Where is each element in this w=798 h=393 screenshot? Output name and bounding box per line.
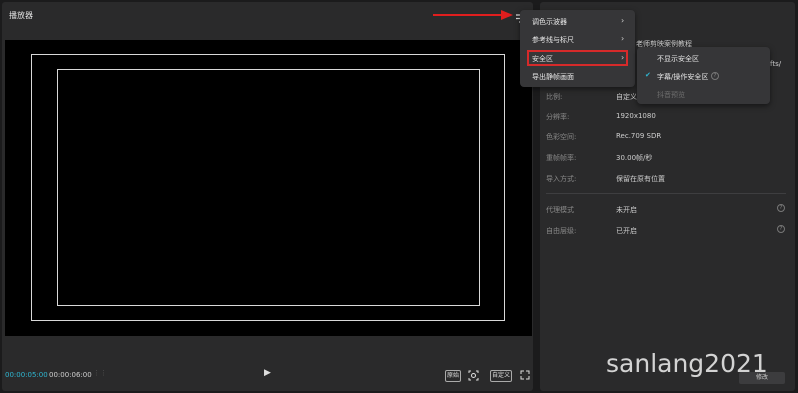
fit-button[interactable]: 原始: [445, 370, 461, 382]
chevron-right-icon: ›: [621, 34, 625, 43]
divider: [546, 193, 786, 194]
timeline-grip-icon: ⋮⋮: [93, 369, 107, 377]
detail-value: 自定义: [616, 93, 637, 101]
menu-item-safe-area[interactable]: 安全区: [532, 54, 553, 64]
help-icon[interactable]: ?: [777, 204, 785, 212]
detail-label: 重帧帧率:: [546, 154, 577, 162]
menu-item-export-still[interactable]: 导出静帧画面: [532, 72, 574, 82]
detail-label: 色彩空间:: [546, 133, 577, 141]
detail-label: 代理模式: [546, 206, 574, 214]
inner-safe-frame: [57, 69, 480, 306]
chevron-right-icon: ›: [621, 53, 625, 62]
play-icon[interactable]: ▶: [264, 368, 271, 378]
detail-label: 分辨率:: [546, 113, 570, 121]
detail-value: 保留在原有位置: [616, 175, 665, 183]
detail-value: Rec.709 SDR: [616, 132, 662, 140]
video-preview[interactable]: [5, 40, 532, 336]
submenu-item-hide[interactable]: 不显示安全区: [657, 54, 699, 64]
menu-item-guides[interactable]: 参考线与标尺: [532, 35, 574, 45]
current-time: 00:00:05:00: [5, 371, 48, 379]
detail-value: 未开启: [616, 206, 637, 214]
detail-value: 已开启: [616, 227, 637, 235]
watermark: sanlang2021: [606, 349, 768, 378]
player-title: 播放器: [9, 11, 33, 20]
ratio-button[interactable]: 自定义: [490, 370, 512, 382]
safe-area-submenu: 不显示安全区 ✔ 字幕/操作安全区 ? 抖音预览: [637, 47, 770, 104]
check-icon: ✔: [645, 71, 651, 79]
player-dropdown-menu: 调色示波器 › 参考线与标尺 › 安全区 › 导出静帧画面: [520, 10, 635, 87]
detail-label: 导入方式:: [546, 175, 577, 183]
submenu-item-douyin-preview: 抖音预览: [657, 91, 685, 99]
detail-label: 比例:: [546, 93, 563, 101]
submenu-item-subtitle-safe[interactable]: 字幕/操作安全区: [657, 72, 708, 82]
fullscreen-icon[interactable]: [520, 370, 530, 380]
help-icon[interactable]: ?: [777, 225, 785, 233]
menu-item-scope[interactable]: 调色示波器: [532, 17, 567, 27]
detail-label: 自由层级:: [546, 227, 577, 235]
path-partial: fts/: [770, 60, 782, 68]
screenshot-icon[interactable]: [468, 370, 479, 381]
chevron-right-icon: ›: [621, 16, 625, 25]
help-icon[interactable]: ?: [711, 72, 719, 80]
detail-value: 30.00帧/秒: [616, 154, 653, 162]
red-arrow-annotation: [433, 10, 513, 20]
detail-value: 1920x1080: [616, 112, 656, 120]
total-time: 00:00:06:00: [49, 371, 92, 379]
